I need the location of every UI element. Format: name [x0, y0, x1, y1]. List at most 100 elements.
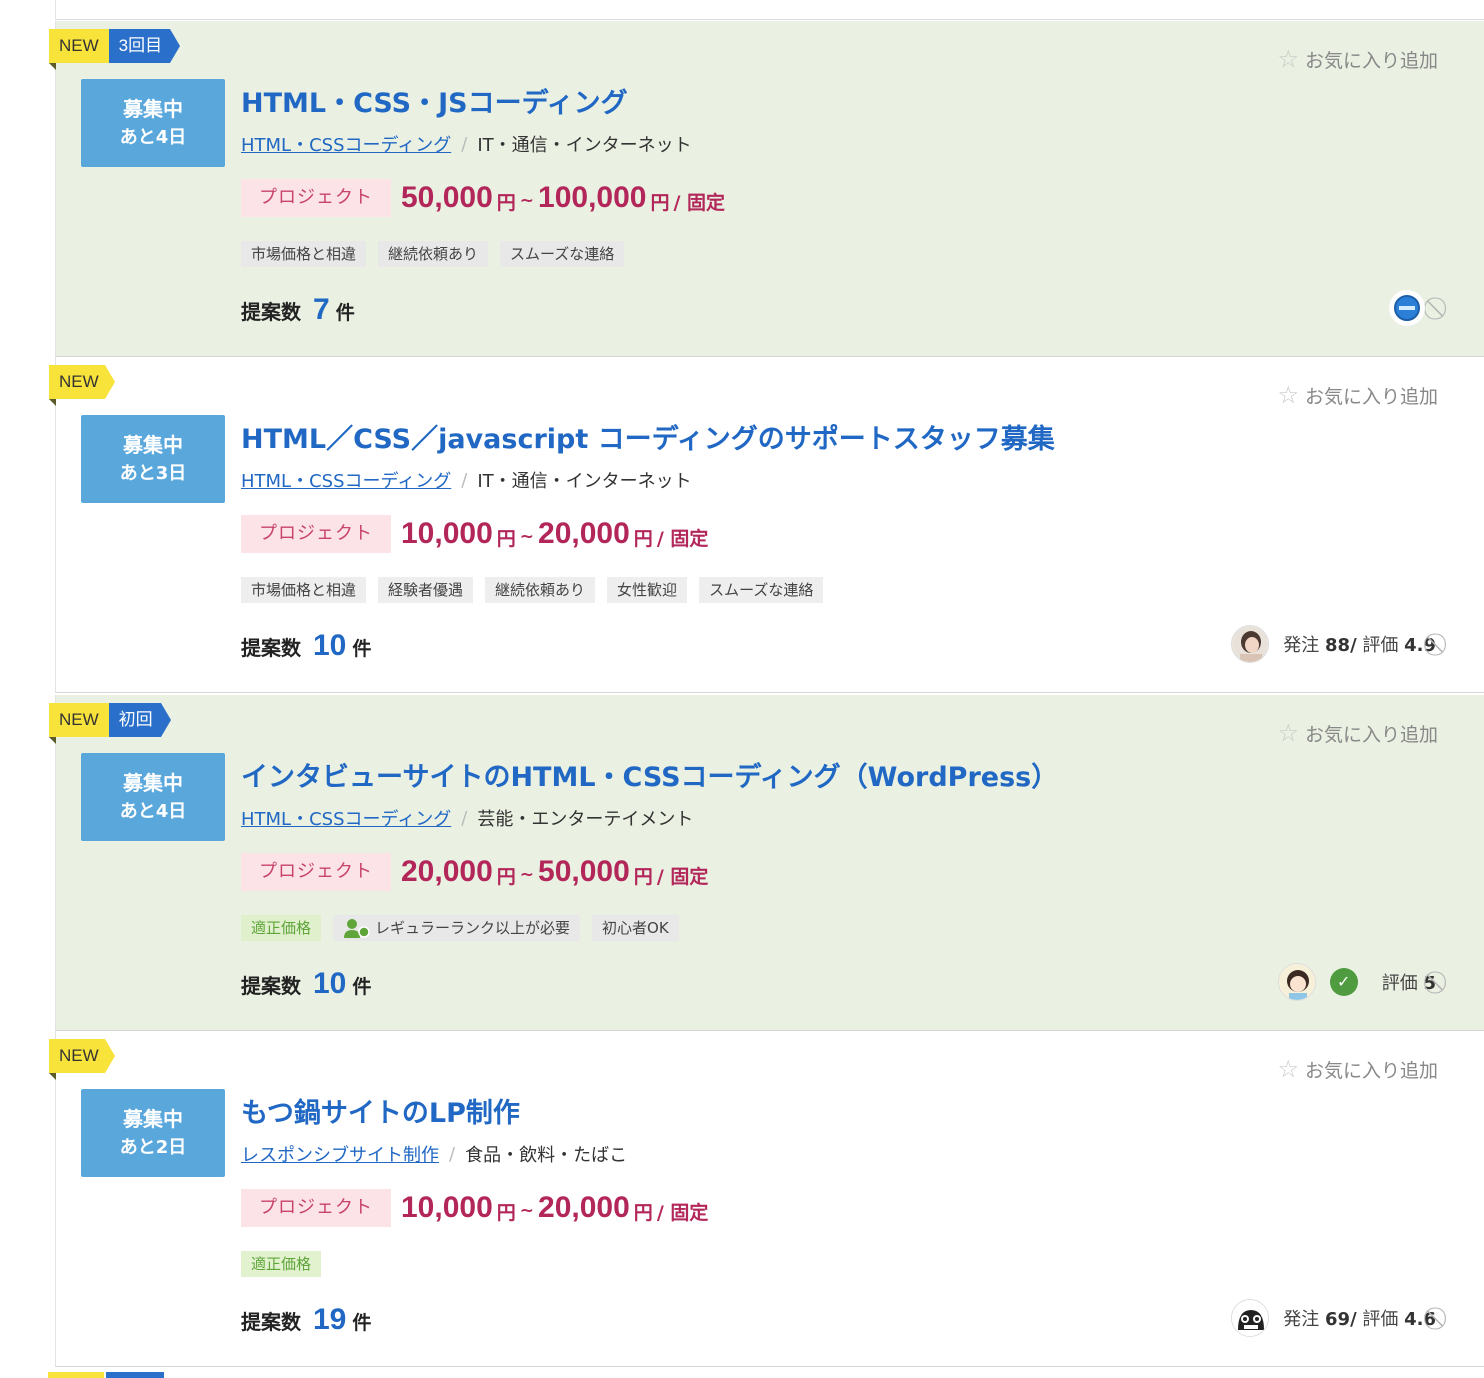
status-box: 募集中 あと4日 [81, 753, 225, 841]
proposal-label: 提案数 [241, 636, 301, 660]
rating-value: 4.9 [1404, 635, 1436, 656]
status-remaining: あと2日 [119, 1137, 187, 1158]
tag: 初心者OK [592, 915, 679, 941]
star-outline-icon: ☆ [1277, 45, 1299, 73]
tag: 経験者優遇 [378, 577, 474, 603]
client-info: 発注 69/ 評価 4.6 ⃠ [1231, 1299, 1440, 1337]
next-card-count-badge-edge [106, 1372, 164, 1378]
industry: IT・通信・インターネット [477, 135, 692, 156]
price-min: 20,000 [401, 855, 493, 888]
category-link[interactable]: HTML・CSSコーディング [241, 805, 451, 831]
job-card[interactable]: NEW 初回 ☆ お気に入り追加 募集中 あと4日 インタビューサイトのHTML… [49, 695, 1484, 1031]
star-outline-icon: ☆ [1277, 719, 1299, 747]
proposal-count: 提案数 19 件 [241, 1303, 371, 1337]
star-outline-icon: ☆ [1277, 1055, 1299, 1083]
status-box: 募集中 あと3日 [81, 415, 225, 503]
separator: / [461, 133, 468, 155]
category-row: HTML・CSSコーディング / IT・通信・インターネット [241, 131, 692, 157]
category-link[interactable]: レスポンシブサイト制作 [241, 1141, 439, 1167]
price-row: プロジェクト 20,000 円 ~ 50,000 円 / 固定 [241, 853, 708, 891]
photo-woman-icon [1232, 626, 1269, 662]
favorite-button[interactable]: ☆ お気に入り追加 [1277, 45, 1438, 73]
illustration-girl-icon [1278, 964, 1315, 1000]
proposal-unit: 件 [335, 302, 355, 324]
price-unit: 円 [496, 191, 516, 214]
tag: スムーズな連絡 [699, 577, 824, 603]
tag-label: レギュラーランク以上が必要 [375, 919, 571, 937]
job-title[interactable]: もつ鍋サイトのLP制作 [241, 1091, 520, 1130]
status-remaining: あと4日 [119, 127, 187, 148]
rating-label: 評価 [1362, 635, 1399, 656]
job-card[interactable]: NEW 3回目 ☆ お気に入り追加 募集中 あと4日 HTML・CSS・JSコー… [49, 21, 1484, 357]
rating-value: 5 [1423, 973, 1436, 994]
price-max: 20,000 [538, 517, 630, 550]
orders-count: 88/ [1325, 635, 1357, 656]
price-unit: 円 [633, 1201, 653, 1224]
price-type: プロジェクト [241, 1189, 391, 1227]
separator: / [461, 469, 468, 491]
tag: 継続依頼あり [378, 241, 489, 267]
tag-fair-price: 適正価格 [241, 915, 322, 941]
client-avatar[interactable] [1231, 625, 1270, 663]
job-title[interactable]: インタビューサイトのHTML・CSSコーディング（WordPress） [241, 755, 1058, 794]
status-box: 募集中 あと4日 [81, 79, 225, 167]
favorite-label: お気に入り追加 [1304, 385, 1438, 408]
proposal-number: 10 [313, 967, 347, 1000]
price-max: 100,000 [538, 181, 647, 214]
proposal-count: 提案数 10 件 [241, 629, 371, 663]
separator: / [449, 1143, 456, 1165]
job-card[interactable]: NEW ☆ お気に入り追加 募集中 あと3日 HTML／CSS／javascri… [49, 357, 1484, 693]
new-badge: NEW [49, 29, 109, 70]
tag-list: 市場価格と相違 経験者優遇 継続依頼あり 女性歓迎 スムーズな連絡 [241, 577, 824, 603]
order-count-badge: 初回 [108, 703, 171, 737]
tag-rank-required: レギュラーランク以上が必要 [333, 915, 581, 941]
proposal-unit: 件 [352, 1312, 372, 1334]
client-avatar[interactable] [1231, 1299, 1270, 1337]
job-title[interactable]: HTML・CSS・JSコーディング [241, 81, 628, 120]
job-title[interactable]: HTML／CSS／javascript コーディングのサポートスタッフ募集 [241, 417, 1055, 456]
status-remaining: あと3日 [119, 463, 187, 484]
proposal-number: 7 [313, 293, 330, 326]
new-badge: NEW [49, 1039, 115, 1080]
star-outline-icon: ☆ [1277, 381, 1299, 409]
client-stats: 発注 88/ 評価 4.9 [1283, 631, 1436, 657]
category-link[interactable]: HTML・CSSコーディング [241, 467, 451, 493]
industry: IT・通信・インターネット [477, 471, 692, 492]
price-min: 50,000 [401, 181, 493, 214]
proposal-count: 提案数 10 件 [241, 967, 371, 1001]
price-row: プロジェクト 10,000 円 ~ 20,000 円 / 固定 [241, 1189, 708, 1227]
tag: 市場価格と相違 [241, 577, 367, 603]
blue-logo-icon [1389, 290, 1425, 326]
rating-label: 評価 [1362, 1309, 1399, 1330]
price-tilde: ~ [519, 1201, 535, 1221]
client-info: ⃠ [1388, 289, 1440, 327]
tag: スムーズな連絡 [500, 241, 625, 267]
tag-list: 適正価格 [241, 1251, 322, 1277]
client-avatar[interactable] [1277, 963, 1316, 1001]
category-link[interactable]: HTML・CSSコーディング [241, 131, 451, 157]
category-row: レスポンシブサイト制作 / 食品・飲料・たばこ [241, 1141, 627, 1167]
next-card-new-badge-edge [48, 1372, 104, 1378]
orders-count: 69/ [1325, 1309, 1357, 1330]
favorite-label: お気に入り追加 [1304, 1059, 1438, 1082]
client-avatar[interactable] [1388, 289, 1426, 327]
proposal-count: 提案数 7 件 [241, 293, 355, 327]
client-stats: 発注 69/ 評価 4.6 [1283, 1305, 1436, 1331]
price-unit: 円 [496, 865, 516, 888]
favorite-button[interactable]: ☆ お気に入り追加 [1277, 719, 1438, 747]
status-state: 募集中 [123, 97, 183, 121]
price-unit: 円 [496, 1201, 516, 1224]
job-card[interactable]: NEW ☆ お気に入り追加 募集中 あと2日 もつ鍋サイトのLP制作 レスポンシ… [49, 1031, 1484, 1367]
tag-fair-price: 適正価格 [241, 1251, 322, 1277]
proposal-number: 19 [313, 1303, 347, 1336]
badges: NEW 初回 [49, 703, 171, 744]
price-min: 10,000 [401, 1191, 493, 1224]
orders-label: 発注 [1283, 635, 1320, 656]
client-stats: 評価 5 [1382, 969, 1436, 995]
new-badge: NEW [49, 703, 109, 744]
price-unit: 円 [496, 527, 516, 550]
price-fixed: / 固定 [673, 191, 726, 214]
favorite-button[interactable]: ☆ お気に入り追加 [1277, 1055, 1438, 1083]
user-rank-icon [344, 919, 370, 938]
favorite-button[interactable]: ☆ お気に入り追加 [1277, 381, 1438, 409]
